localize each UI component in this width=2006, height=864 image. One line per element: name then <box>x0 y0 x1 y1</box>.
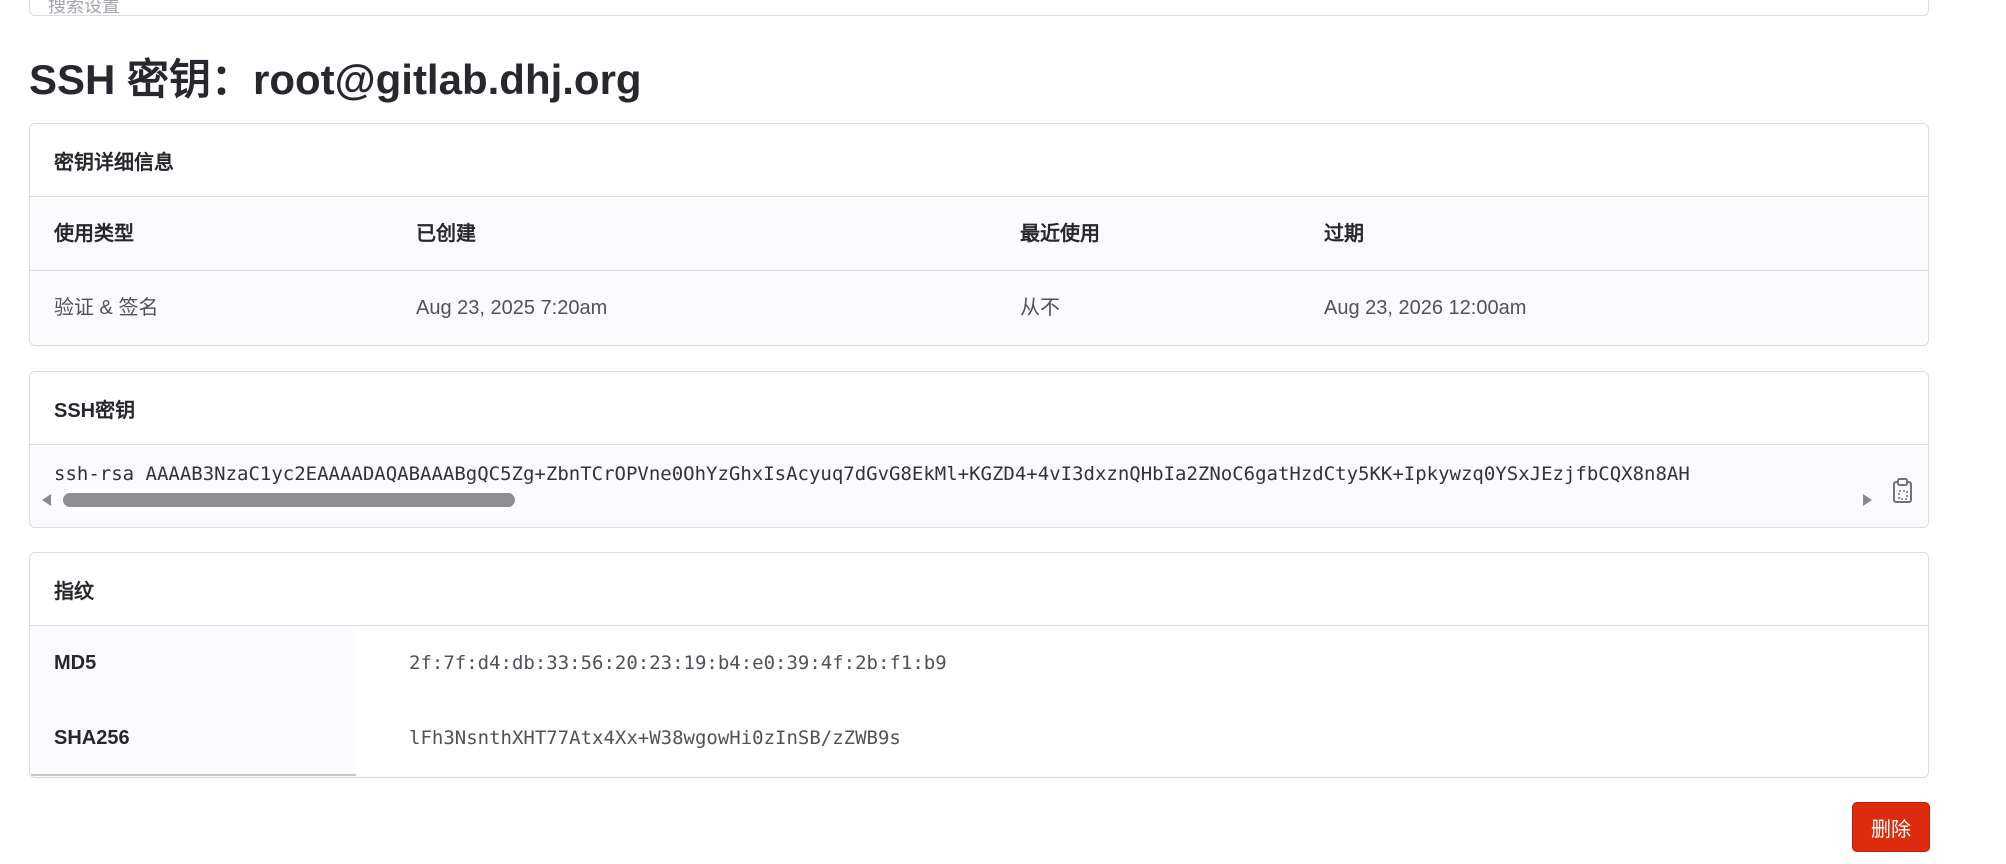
scroll-left-arrow-icon[interactable] <box>42 494 51 506</box>
sha256-value: lFh3NsnthXHT77Atx4Xx+W38wgowHi0zInSB/zZW… <box>356 701 1928 776</box>
scroll-right-arrow-icon[interactable] <box>1863 494 1872 506</box>
created-value: Aug 23, 2025 7:20am <box>416 297 608 319</box>
clipboard-icon <box>1893 478 1912 503</box>
last-used-column: 最近使用 <box>1020 223 1100 245</box>
fingerprint-row-sha256: SHA256 lFh3NsnthXHT77Atx4Xx+W38wgowHi0zI… <box>30 701 1928 776</box>
md5-label: MD5 <box>30 626 356 701</box>
details-value-row: 验证 & 签名 Aug 23, 2025 7:20am 从不 Aug 23, 2… <box>30 271 1928 345</box>
ssh-key-header: SSH密钥 <box>30 372 1928 445</box>
usage-type-column: 使用类型 <box>54 223 134 245</box>
usage-type-value: 验证 & 签名 <box>54 297 159 319</box>
expires-value: Aug 23, 2026 12:00am <box>1324 297 1527 319</box>
copy-key-button[interactable] <box>1890 477 1916 505</box>
search-settings-placeholder: 搜索设置 <box>48 0 120 16</box>
key-details-header: 密钥详细信息 <box>30 124 1928 197</box>
delete-button[interactable]: 删除 <box>1852 802 1930 852</box>
expires-column: 过期 <box>1324 223 1364 245</box>
last-used-value: 从不 <box>1020 297 1060 319</box>
ssh-key-card: SSH密钥 ssh-rsa AAAAB3NzaC1yc2EAAAADAQABAA… <box>29 371 1929 528</box>
details-header-row: 使用类型 已创建 最近使用 过期 <box>30 197 1928 271</box>
search-settings-field[interactable]: 搜索设置 <box>29 0 1929 16</box>
ssh-key-content: ssh-rsa AAAAB3NzaC1yc2EAAAADAQABAAABgQC5… <box>30 445 1928 527</box>
fingerprints-card: 指纹 MD5 2f:7f:d4:db:33:56:20:23:19:b4:e0:… <box>29 552 1929 778</box>
scrollbar-thumb[interactable] <box>63 493 515 507</box>
page-title: SSH 密钥：root@gitlab.dhj.org <box>29 56 642 103</box>
created-column: 已创建 <box>416 223 476 245</box>
ssh-key-value: ssh-rsa AAAAB3NzaC1yc2EAAAADAQABAAABgQC5… <box>54 463 1690 485</box>
horizontal-scrollbar[interactable] <box>38 491 1878 509</box>
md5-value: 2f:7f:d4:db:33:56:20:23:19:b4:e0:39:4f:2… <box>356 626 1928 701</box>
key-details-card: 密钥详细信息 使用类型 已创建 最近使用 过期 验证 & 签名 Aug 23, … <box>29 123 1929 346</box>
sha256-label: SHA256 <box>30 701 356 776</box>
fingerprint-row-md5: MD5 2f:7f:d4:db:33:56:20:23:19:b4:e0:39:… <box>30 626 1928 701</box>
fingerprints-header: 指纹 <box>30 553 1928 626</box>
